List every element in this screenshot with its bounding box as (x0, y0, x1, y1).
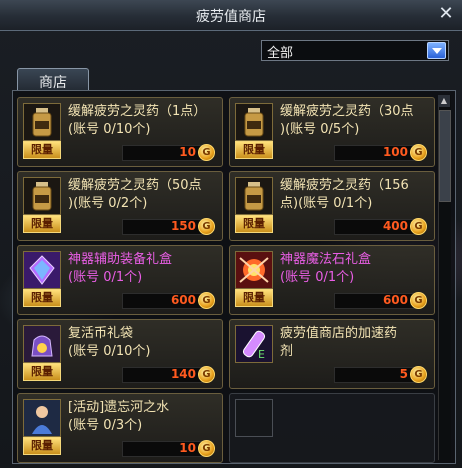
category-filter-dropdown[interactable]: 全部 (261, 40, 449, 61)
shop-item-card[interactable]: 限量 缓解疲劳之灵药（30点)(账号 0/5个) 100 G (229, 97, 435, 167)
gold-coin-icon: G (198, 366, 215, 383)
item-price: 5 (399, 367, 408, 381)
bottle-icon (235, 103, 273, 141)
fatigue-shop-window: 疲劳值商店 ✕ 全部 商店 ▲ 限量 缓解疲劳之灵药（1点） (账号 0/10个)… (0, 0, 462, 468)
window-title: 疲劳值商店 (196, 9, 266, 25)
item-price: 140 (170, 367, 196, 381)
filter-selected-value: 全部 (267, 46, 294, 61)
scroll-up-button[interactable]: ▲ (438, 95, 450, 107)
item-name: 神器辅助装备礼盒 (账号 0/1个) (68, 252, 173, 285)
close-icon: ✕ (438, 3, 454, 24)
limit-badge: 限量 (23, 141, 61, 159)
shop-item-card[interactable]: 限量 神器辅助装备礼盒 (账号 0/1个) 600 G (17, 245, 223, 315)
limit-badge: 限量 (23, 289, 61, 307)
gold-coin-icon: G (198, 144, 215, 161)
magic-stone-gift-icon (235, 251, 273, 289)
gold-coin-icon: G (410, 292, 427, 309)
limit-badge: 限量 (23, 437, 61, 455)
character-icon (23, 399, 61, 437)
svg-text:E: E (258, 348, 265, 361)
shop-item-card[interactable]: 限量 神器魔法石礼盒 (账号 0/1个) 600 G (229, 245, 435, 315)
item-name: 疲劳值商店的加速药剂 (280, 326, 398, 359)
shop-item-card[interactable]: E 疲劳值商店的加速药剂 5 G (229, 319, 435, 389)
shop-item-card[interactable]: 限量 复活币礼袋 (账号 0/10个) 140 G (17, 319, 223, 389)
limit-badge: 限量 (235, 215, 273, 233)
item-price: 100 (382, 145, 408, 159)
item-price: 10 (179, 145, 196, 159)
item-price: 600 (382, 293, 408, 307)
shop-item-card[interactable]: 限量 缓解疲劳之灵药（50点)(账号 0/2个) 150 G (17, 171, 223, 241)
empty-slot-icon (235, 399, 273, 437)
gold-coin-icon: G (410, 218, 427, 235)
item-name: 复活币礼袋 (账号 0/10个) (68, 326, 151, 359)
chevron-down-icon[interactable] (427, 42, 446, 59)
item-name: 神器魔法石礼盒 (账号 0/1个) (280, 252, 372, 285)
item-name: 缓解疲劳之灵药（1点） (账号 0/10个) (68, 104, 207, 137)
bottle-icon (235, 177, 273, 215)
coin-bag-icon (23, 325, 61, 363)
empty-item-slot (229, 393, 435, 463)
tab-shop-label: 商店 (39, 75, 67, 91)
gold-coin-icon: G (410, 144, 427, 161)
gold-coin-icon: G (410, 366, 427, 383)
bottle-icon (23, 177, 61, 215)
limit-badge: 限量 (23, 363, 61, 381)
gold-coin-icon: G (198, 440, 215, 457)
item-name: 缓解疲劳之灵药（50点)(账号 0/2个) (68, 178, 202, 211)
limit-badge: 限量 (235, 141, 273, 159)
shop-item-card[interactable]: 限量 缓解疲劳之灵药（1点） (账号 0/10个) 10 G (17, 97, 223, 167)
crystal-gift-icon (23, 251, 61, 289)
item-name: 缓解疲劳之灵药（30点)(账号 0/5个) (280, 104, 414, 137)
item-price: 150 (170, 219, 196, 233)
gold-coin-icon: G (198, 218, 215, 235)
item-price: 400 (382, 219, 408, 233)
item-name: 缓解疲劳之灵药（156 点)(账号 0/1个) (280, 178, 409, 211)
potion-vial-icon: E (235, 325, 273, 363)
bottle-icon (23, 103, 61, 141)
item-name: [活动]遗忘河之水 (账号 0/3个) (68, 400, 170, 433)
close-button[interactable]: ✕ (436, 4, 456, 24)
scrollbar-thumb[interactable] (439, 110, 451, 202)
shop-item-card[interactable]: 限量 [活动]遗忘河之水 (账号 0/3个) 10 G (17, 393, 223, 463)
title-bar[interactable]: 疲劳值商店 ✕ (0, 0, 462, 31)
item-price: 10 (179, 441, 196, 455)
gold-coin-icon: G (198, 292, 215, 309)
item-price: 600 (170, 293, 196, 307)
limit-badge: 限量 (23, 215, 61, 233)
limit-badge: 限量 (235, 289, 273, 307)
tab-shop[interactable]: 商店 (17, 68, 89, 91)
shop-item-card[interactable]: 限量 缓解疲劳之灵药（156 点)(账号 0/1个) 400 G (229, 171, 435, 241)
